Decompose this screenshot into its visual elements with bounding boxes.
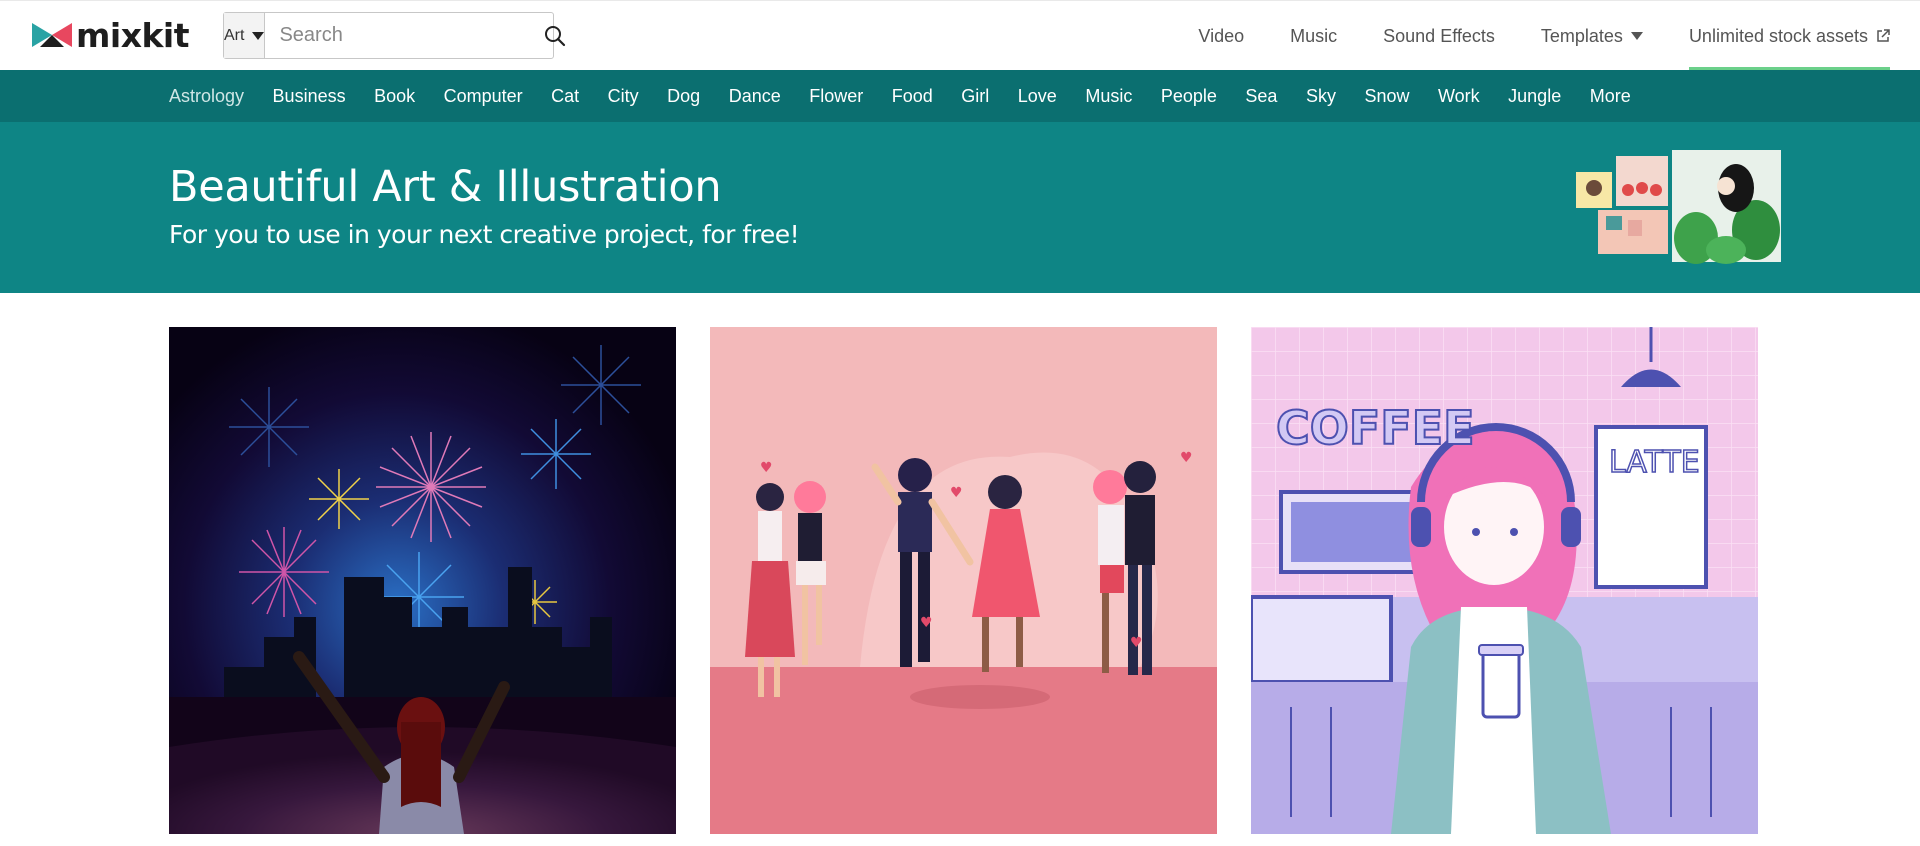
fireworks-city-illustration-icon <box>169 327 676 834</box>
category-dance[interactable]: Dance <box>729 86 781 107</box>
search-category-label: Art <box>224 26 245 44</box>
coffee-sign-text: COFFEE <box>1276 401 1475 455</box>
category-business[interactable]: Business <box>273 86 346 107</box>
nav-video[interactable]: Video <box>1198 1 1244 71</box>
art-card-fireworks[interactable] <box>169 327 676 834</box>
category-music[interactable]: Music <box>1085 86 1132 107</box>
category-city[interactable]: City <box>608 86 639 107</box>
dancing-couples-illustration-icon: ♥ ♥ ♥ ♥ ♥ <box>710 327 1217 834</box>
coffee-shop-girl-illustration-icon: COFFEE LATTE <box>1251 327 1758 834</box>
category-snow[interactable]: Snow <box>1364 86 1409 107</box>
category-people[interactable]: People <box>1161 86 1217 107</box>
svg-text:♥: ♥ <box>1180 450 1193 466</box>
nav-unlimited-stock-assets[interactable]: Unlimited stock assets <box>1688 1 1891 71</box>
search-button[interactable] <box>544 13 566 58</box>
svg-text:♥: ♥ <box>920 615 933 631</box>
category-more[interactable]: More <box>1590 86 1631 107</box>
hero-subtitle: For you to use in your next creative pro… <box>169 220 800 249</box>
top-header: mixkit Art Video Music Sound Effects Tem… <box>0 0 1920 71</box>
external-link-icon <box>1877 29 1890 42</box>
nav-music-label: Music <box>1290 25 1338 46</box>
search-input[interactable] <box>265 13 545 58</box>
category-sea[interactable]: Sea <box>1245 86 1277 107</box>
nav-music[interactable]: Music <box>1290 1 1337 71</box>
svg-text:♥: ♥ <box>950 485 963 501</box>
category-computer[interactable]: Computer <box>444 86 523 107</box>
nav-templates-label: Templates <box>1540 25 1623 46</box>
category-bar: Astrology Business Book Computer Cat Cit… <box>0 70 1920 122</box>
search-box: Art <box>223 12 566 59</box>
svg-text:♥: ♥ <box>1130 635 1143 651</box>
art-card-coffee[interactable]: COFFEE LATTE <box>1251 327 1758 834</box>
svg-text:♥: ♥ <box>760 460 773 476</box>
logo[interactable]: mixkit <box>32 15 190 55</box>
nav-video-label: Video <box>1198 25 1245 46</box>
category-work[interactable]: Work <box>1438 86 1480 107</box>
main-nav: Video Music Sound Effects Templates Unli… <box>1152 1 1891 71</box>
art-collage-icon <box>1576 150 1781 264</box>
logo-icon <box>32 23 72 47</box>
category-girl[interactable]: Girl <box>961 86 989 107</box>
caret-down-icon <box>252 31 265 40</box>
category-astrology[interactable]: Astrology <box>169 86 244 107</box>
category-sky[interactable]: Sky <box>1306 86 1336 107</box>
logo-text: mixkit <box>76 15 190 55</box>
category-book[interactable]: Book <box>374 86 415 107</box>
nav-sound-effects-label: Sound Effects <box>1383 25 1495 46</box>
latte-menu-text: LATTE <box>1609 445 1700 480</box>
search-category-select[interactable]: Art <box>224 13 266 58</box>
category-love[interactable]: Love <box>1018 86 1057 107</box>
nav-sound-effects[interactable]: Sound Effects <box>1383 1 1495 71</box>
search-icon <box>545 25 566 46</box>
nav-templates[interactable]: Templates <box>1541 1 1643 71</box>
category-food[interactable]: Food <box>892 86 933 107</box>
category-jungle[interactable]: Jungle <box>1508 86 1561 107</box>
art-card-dancing[interactable]: ♥ ♥ ♥ ♥ ♥ <box>710 327 1217 834</box>
category-dog[interactable]: Dog <box>667 86 700 107</box>
caret-down-icon <box>1630 32 1643 40</box>
nav-unlimited-label: Unlimited stock assets <box>1688 25 1868 46</box>
category-cat[interactable]: Cat <box>551 86 579 107</box>
category-flower[interactable]: Flower <box>809 86 863 107</box>
hero-title: Beautiful Art & Illustration <box>169 162 722 212</box>
hero-banner: Beautiful Art & Illustration For you to … <box>0 122 1920 293</box>
